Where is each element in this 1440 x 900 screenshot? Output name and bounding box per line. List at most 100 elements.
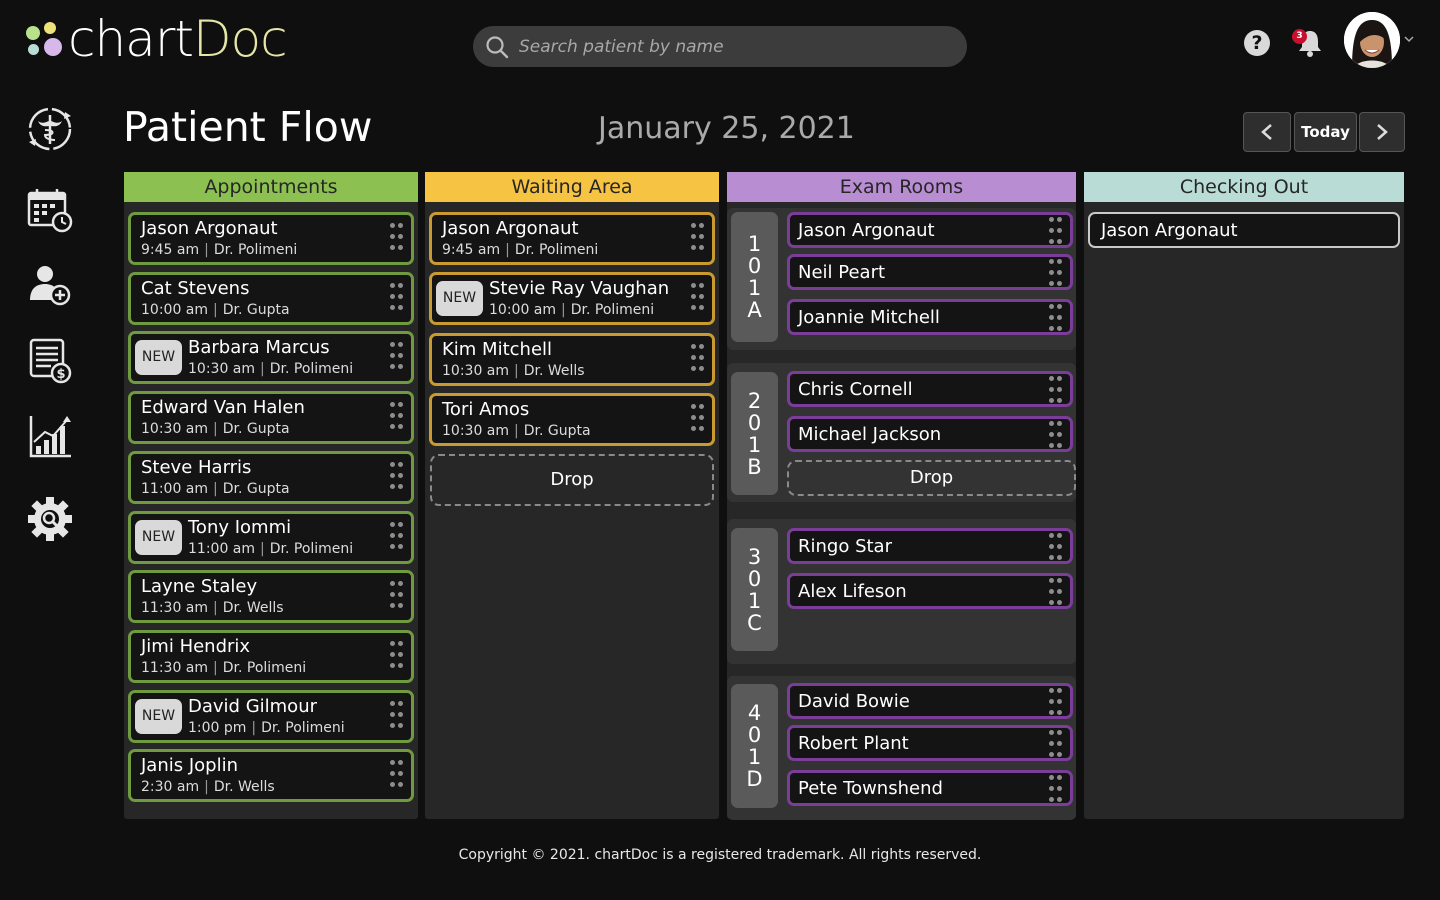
drag-handle-icon[interactable] [390, 461, 404, 494]
separator: | [213, 421, 218, 438]
exam-patient-card[interactable]: Joannie Mitchell [787, 299, 1073, 335]
patient-card[interactable]: Jason Argonaut 9:45 am | Dr. Polimeni [429, 212, 715, 265]
appointment-details: 1:00 pm | Dr. Polimeni [188, 720, 345, 736]
patient-flow-icon[interactable] [25, 104, 75, 154]
patient-card[interactable]: Cat Stevens 10:00 am | Dr. Gupta [128, 271, 414, 325]
drag-handle-icon[interactable] [390, 760, 404, 792]
drag-handle-icon[interactable] [691, 343, 705, 376]
exam-patient-card[interactable]: Michael Jackson [787, 416, 1073, 452]
patient-name: Michael Jackson [798, 424, 942, 445]
exam-patient-card[interactable]: Ringo Star [787, 528, 1073, 564]
drag-handle-icon[interactable] [390, 402, 404, 434]
appointment-time: 11:00 am [141, 480, 209, 497]
patient-card[interactable]: Steve Harris 11:00 am | Dr. Gupta [128, 450, 414, 504]
patient-name: Chris Cornell [798, 379, 913, 400]
room-label-char: 4 [747, 701, 762, 725]
exam-room-drop-zone[interactable]: Drop [787, 460, 1076, 496]
calendar-clock-icon[interactable] [25, 185, 75, 235]
patient-card[interactable]: NEW Tony Iommi 11:00 am | Dr. Polimeni [128, 510, 414, 564]
drag-handle-icon[interactable] [1049, 688, 1063, 716]
doctor-name: Dr. Wells [213, 779, 275, 796]
drag-handle-icon[interactable] [390, 223, 404, 255]
new-patient-badge: NEW [135, 340, 182, 376]
patient-card[interactable]: Jimi Hendrix 11:30 am | Dr. Polimeni [128, 629, 414, 683]
appointment-details: 11:00 am | Dr. Polimeni [188, 541, 353, 557]
waiting-drop-zone[interactable]: Drop [430, 454, 714, 506]
patient-card[interactable]: Tori Amos 10:30 am | Dr. Gupta [429, 392, 715, 446]
exam-patient-card[interactable]: Neil Peart [787, 254, 1073, 290]
patient-name: Pete Townshend [798, 778, 943, 799]
drag-handle-icon[interactable] [1049, 217, 1063, 245]
today-button[interactable]: Today [1294, 112, 1357, 152]
drag-handle-icon[interactable] [1049, 578, 1063, 606]
checking-out-column: Checking Out Jason Argonaut [1084, 172, 1404, 819]
patient-card[interactable]: Kim Mitchell 10:30 am | Dr. Wells [429, 332, 715, 386]
waiting-area-header: Waiting Area [425, 172, 719, 202]
question-circle-icon[interactable]: ? [1244, 30, 1270, 56]
add-user-icon[interactable] [25, 260, 75, 310]
drag-handle-icon[interactable] [390, 521, 404, 554]
drag-handle-icon[interactable] [1049, 533, 1063, 561]
exam-rooms-column: Exam Rooms 1 0 1 A Jason Argonaut Neil Peart J… [727, 172, 1076, 820]
patient-name: Janis Joplin [141, 755, 239, 777]
drag-handle-icon[interactable] [390, 282, 404, 315]
patient-name: Joannie Mitchell [798, 307, 940, 328]
user-avatar[interactable] [1344, 12, 1400, 68]
room-label-char: 3 [747, 544, 762, 569]
drag-handle-icon[interactable] [1049, 775, 1063, 803]
drag-handle-icon[interactable] [691, 223, 705, 255]
app-logo[interactable]: chartDoc [24, 14, 288, 64]
chevron-right-icon [1377, 124, 1388, 140]
drag-handle-icon[interactable] [1049, 304, 1063, 332]
patient-card[interactable]: Layne Staley 11:30 am | Dr. Wells [128, 570, 414, 624]
exam-patient-card[interactable]: Robert Plant [787, 725, 1073, 761]
search-input[interactable] [519, 36, 939, 57]
drag-handle-icon[interactable] [1049, 259, 1063, 287]
next-day-button[interactable] [1359, 112, 1405, 152]
patient-name: Tori Amos [442, 398, 530, 420]
room-label-char: D [746, 767, 763, 791]
doctor-name: Dr. Gupta [222, 421, 290, 438]
exam-patient-card[interactable]: Chris Cornell [787, 371, 1073, 407]
previous-day-button[interactable] [1243, 112, 1291, 152]
patient-card[interactable]: NEW Barbara Marcus 10:30 am | Dr. Polimeni [128, 331, 414, 385]
reports-chart-icon[interactable] [25, 412, 75, 462]
appointment-details: 11:30 am | Dr. Polimeni [141, 660, 306, 676]
exam-patient-card[interactable]: David Bowie [787, 683, 1073, 719]
drag-handle-icon[interactable] [691, 403, 705, 436]
current-date: January 25, 2021 [598, 111, 855, 146]
drag-handle-icon[interactable] [1049, 730, 1063, 758]
drag-handle-icon[interactable] [390, 342, 404, 374]
exam-patient-card[interactable]: Alex Lifeson [787, 573, 1073, 609]
patient-card[interactable]: NEW David Gilmour 1:00 pm | Dr. Polimeni [128, 689, 414, 743]
patient-name: Steve Harris [141, 456, 252, 478]
drag-handle-icon[interactable] [390, 700, 404, 733]
exam-patient-card[interactable]: Jason Argonaut [787, 212, 1073, 248]
patient-card[interactable]: Edward Van Halen 10:30 am | Dr. Gupta [128, 391, 414, 445]
avatar-image [1344, 12, 1400, 68]
patient-card[interactable]: NEW Stevie Ray Vaughan 10:00 am | Dr. Polime… [429, 272, 715, 326]
exam-patient-card[interactable]: Pete Townshend [787, 770, 1073, 806]
new-patient-badge: NEW [436, 281, 483, 317]
exam-rooms-header: Exam Rooms [727, 172, 1076, 202]
patient-card[interactable]: Janis Joplin 2:30 am | Dr. Wells [128, 749, 414, 803]
drag-handle-icon[interactable] [1049, 376, 1063, 404]
drag-handle-icon[interactable] [390, 581, 404, 613]
chevron-down-icon[interactable] [1404, 34, 1414, 44]
settings-gear-icon[interactable] [25, 494, 75, 544]
drag-handle-icon[interactable] [1049, 421, 1063, 449]
appointment-details: 10:30 am | Dr. Polimeni [188, 361, 353, 377]
doctor-name: Dr. Polimeni [261, 719, 345, 736]
billing-icon[interactable]: $ [25, 336, 75, 386]
appointment-time: 10:30 am [442, 362, 510, 379]
appointment-time: 9:45 am [442, 242, 501, 258]
drag-handle-icon[interactable] [390, 640, 404, 673]
appointment-details: 10:00 am | Dr. Gupta [141, 302, 290, 318]
patient-name: Jason Argonaut [798, 220, 935, 241]
drag-handle-icon[interactable] [691, 283, 705, 315]
patient-search-bar[interactable] [473, 26, 967, 67]
appointment-time: 10:30 am [442, 422, 510, 439]
patient-card[interactable]: Jason Argonaut 9:45 am | Dr. Polimeni [128, 212, 414, 265]
checkout-patient-card[interactable]: Jason Argonaut [1088, 212, 1400, 248]
patient-name: Cat Stevens [141, 277, 250, 299]
